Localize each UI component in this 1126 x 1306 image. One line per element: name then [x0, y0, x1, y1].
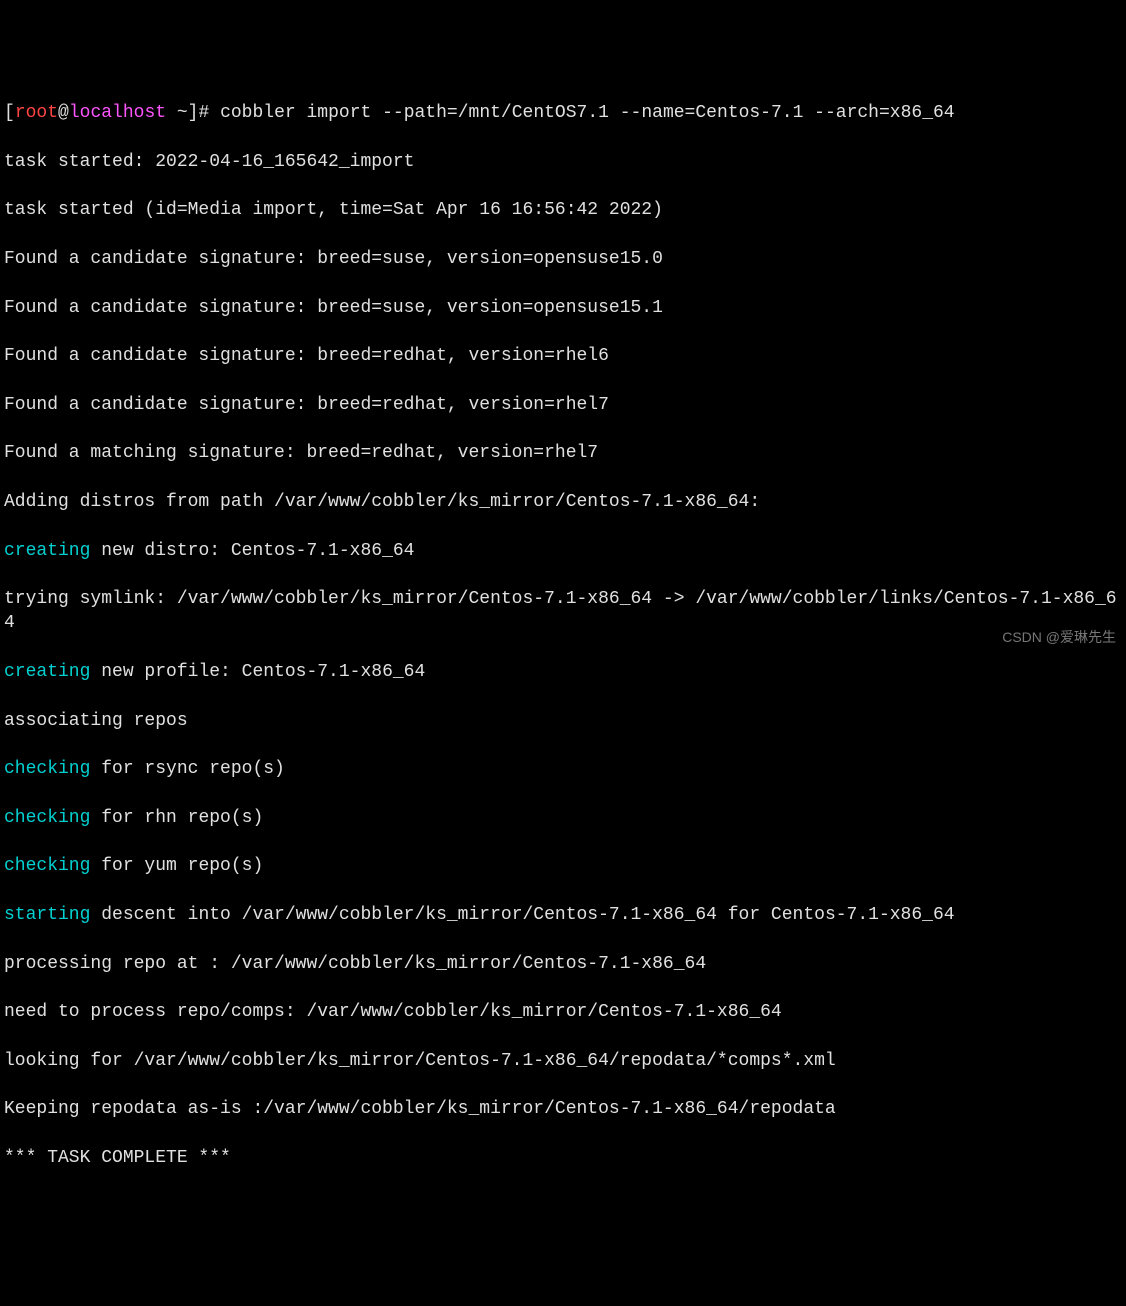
output-line: Keeping repodata as-is :/var/www/cobbler… — [4, 1097, 1122, 1121]
output-line: checking for rsync repo(s) — [4, 757, 1122, 781]
keyword-checking: checking — [4, 808, 90, 828]
command-text: cobbler import --path=/mnt/CentOS7.1 --n… — [220, 103, 955, 123]
output-text: for rhn repo(s) — [90, 808, 263, 828]
prompt-at: @ — [58, 103, 69, 123]
output-line: trying symlink: /var/www/cobbler/ks_mirr… — [4, 587, 1122, 636]
bracket-open: [ — [4, 103, 15, 123]
keyword-checking: checking — [4, 759, 90, 779]
output-line: looking for /var/www/cobbler/ks_mirror/C… — [4, 1049, 1122, 1073]
output-text: new distro: Centos-7.1-x86_64 — [90, 541, 414, 561]
output-line: Adding distros from path /var/www/cobble… — [4, 490, 1122, 514]
output-line: Found a candidate signature: breed=suse,… — [4, 296, 1122, 320]
output-line: Found a candidate signature: breed=redha… — [4, 393, 1122, 417]
prompt-user: root — [15, 103, 58, 123]
output-line: Found a candidate signature: breed=suse,… — [4, 247, 1122, 271]
output-line: need to process repo/comps: /var/www/cob… — [4, 1000, 1122, 1024]
output-line: Found a candidate signature: breed=redha… — [4, 344, 1122, 368]
output-text: new profile: Centos-7.1-x86_64 — [90, 662, 425, 682]
prompt-tilde: ~ — [166, 103, 188, 123]
output-line: checking for rhn repo(s) — [4, 806, 1122, 830]
output-text: for rsync repo(s) — [90, 759, 284, 779]
output-line: starting descent into /var/www/cobbler/k… — [4, 903, 1122, 927]
keyword-creating: creating — [4, 662, 90, 682]
watermark-text: CSDN @爱琳先生 — [1002, 628, 1116, 647]
output-line: creating new distro: Centos-7.1-x86_64 — [4, 539, 1122, 563]
keyword-creating: creating — [4, 541, 90, 561]
output-line: Found a matching signature: breed=redhat… — [4, 441, 1122, 465]
output-line: task started (id=Media import, time=Sat … — [4, 198, 1122, 222]
output-text: for yum repo(s) — [90, 856, 263, 876]
output-line: creating new profile: Centos-7.1-x86_64 — [4, 660, 1122, 684]
output-line: task started: 2022-04-16_165642_import — [4, 150, 1122, 174]
output-line: *** TASK COMPLETE *** — [4, 1146, 1122, 1170]
output-line: checking for yum repo(s) — [4, 854, 1122, 878]
output-text: descent into /var/www/cobbler/ks_mirror/… — [90, 905, 954, 925]
keyword-checking: checking — [4, 856, 90, 876]
bracket-close: ]# — [188, 103, 220, 123]
output-line: associating repos — [4, 709, 1122, 733]
prompt-line[interactable]: [root@localhost ~]# cobbler import --pat… — [4, 101, 1122, 125]
keyword-starting: starting — [4, 905, 90, 925]
prompt-host: localhost — [69, 103, 166, 123]
output-line: processing repo at : /var/www/cobbler/ks… — [4, 952, 1122, 976]
